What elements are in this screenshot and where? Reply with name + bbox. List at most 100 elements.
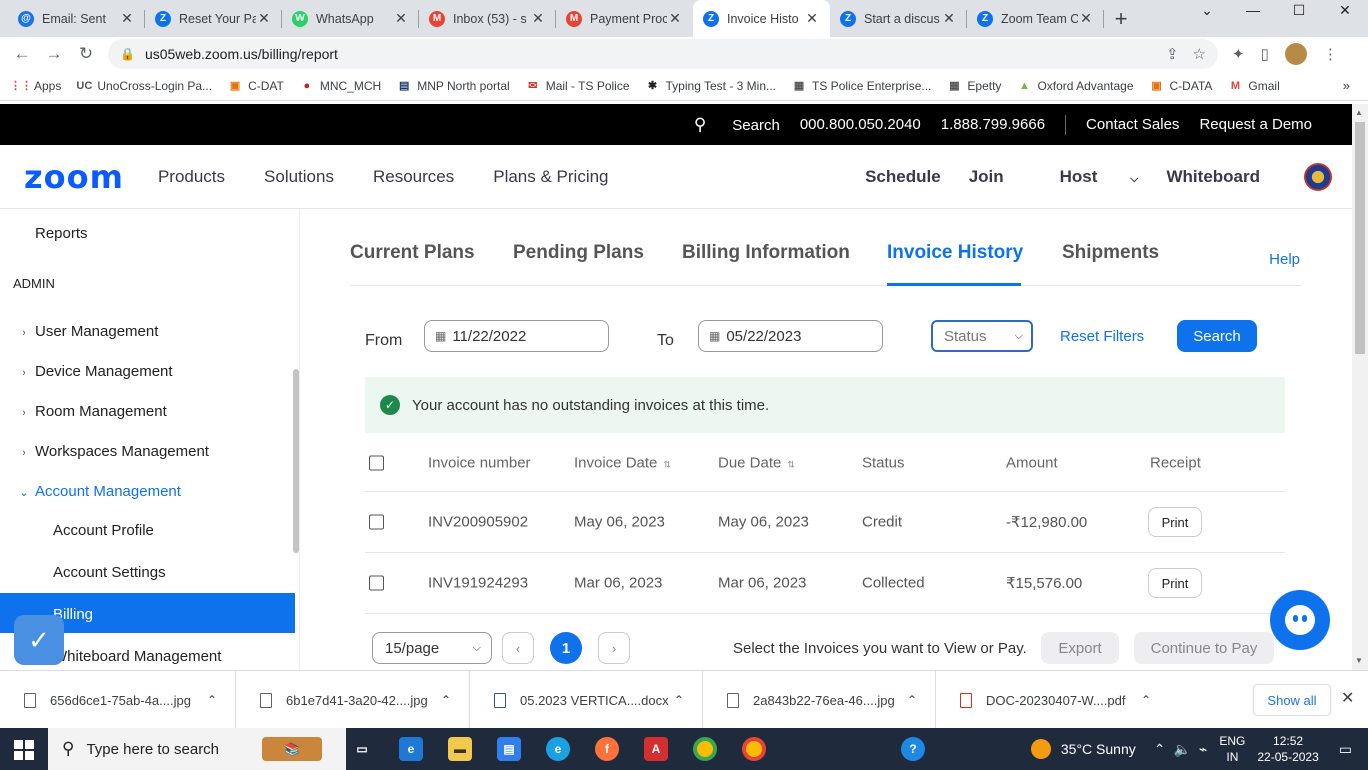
nav-host[interactable]: Host ⌵ [1032, 167, 1139, 187]
sidebar-item-reports[interactable]: Reports [35, 225, 88, 242]
browser-tab[interactable]: Z Invoice Histo ✕ [693, 0, 830, 37]
to-date-input[interactable]: ▦ 05/22/2023 [698, 320, 883, 352]
tab-billing-information[interactable]: Billing Information [682, 242, 850, 264]
bookmark-star-icon[interactable]: ☆ [1193, 45, 1206, 63]
nav-whiteboard[interactable]: Whiteboard [1167, 167, 1261, 187]
weather-text[interactable]: 35°C Sunny [1061, 741, 1136, 757]
chrome-icon[interactable] [693, 737, 717, 761]
reset-filters-button[interactable]: Reset Filters [1060, 328, 1144, 345]
bookmark-item[interactable]: ▣ C-DAT [228, 79, 284, 93]
continue-to-pay-button[interactable]: Continue to Pay [1134, 632, 1274, 664]
nav-products[interactable]: Products [158, 167, 225, 187]
extensions-icon[interactable]: ✦ [1232, 45, 1245, 63]
close-tab-icon[interactable]: ✕ [1078, 10, 1094, 27]
share-icon[interactable]: ⇪ [1166, 45, 1179, 63]
chatbot-button[interactable] [1270, 590, 1330, 650]
bookmark-item[interactable]: ✉ Mail - TS Police [526, 79, 629, 93]
chevron-up-icon[interactable]: ⌃ [674, 693, 684, 707]
scroll-thumb[interactable] [1355, 122, 1365, 354]
privacy-shield-icon[interactable]: ✓ [14, 615, 64, 665]
volume-icon[interactable]: 🔈 [1173, 741, 1190, 758]
per-page-select[interactable]: 15/page ⌵ [372, 632, 492, 664]
address-bar[interactable]: 🔒 us05web.zoom.us/billing/report ⇪ ☆ [108, 39, 1218, 69]
nav-solutions[interactable]: Solutions [264, 167, 334, 187]
user-avatar[interactable] [1304, 163, 1332, 191]
help-link[interactable]: Help [1269, 251, 1300, 268]
close-window-button[interactable]: ✕ [1322, 0, 1368, 20]
prev-page-button[interactable]: ‹ [502, 632, 534, 664]
browser-tab[interactable]: Z Zoom Team C ✕ [967, 0, 1104, 37]
close-tab-icon[interactable]: ✕ [256, 10, 272, 27]
show-all-downloads-button[interactable]: Show all [1253, 684, 1331, 716]
bookmark-item[interactable]: ▣ C-DATA [1150, 79, 1212, 93]
bookmarks-overflow-icon[interactable]: » [1343, 78, 1350, 93]
tray-overflow-icon[interactable]: ⌃ [1154, 741, 1166, 758]
topbar-search[interactable]: ⚲ Search [674, 115, 780, 135]
browser-tab[interactable]: Z Start a discus ✕ [830, 0, 967, 37]
sidebar-item-whiteboard-management[interactable]: Whiteboard Management [53, 648, 221, 665]
task-view-icon[interactable]: ▭ [350, 737, 374, 761]
bookmark-item[interactable]: UC UnoCross-Login Pa... [76, 79, 212, 93]
firefox-icon[interactable]: f [595, 737, 619, 761]
bookmark-item[interactable]: ✱ Typing Test - 3 Min... [646, 79, 776, 93]
zoom-logo[interactable]: zoom [24, 158, 124, 196]
scroll-down-icon[interactable]: ▼ [1355, 656, 1363, 665]
search-button[interactable]: Search [1177, 320, 1257, 352]
internet-explorer-icon[interactable]: e [399, 737, 423, 761]
bookmark-item[interactable]: ▲ Oxford Advantage [1017, 79, 1134, 93]
export-button[interactable]: Export [1041, 632, 1119, 664]
nav-resources[interactable]: Resources [373, 167, 454, 187]
close-tab-icon[interactable]: ✕ [530, 10, 546, 27]
minimize-button[interactable]: — [1230, 0, 1276, 20]
profile-avatar[interactable] [1284, 43, 1307, 65]
sidebar-item-room-management[interactable]: › Room Management [13, 403, 167, 420]
help-icon[interactable]: ? [901, 737, 925, 761]
reload-icon[interactable]: ↻ [70, 44, 102, 64]
download-item[interactable]: 6b1e7d41-3a20-42....jpg ⌃ [236, 671, 470, 729]
chevron-up-icon[interactable]: ⌃ [207, 693, 217, 707]
page-number[interactable]: 1 [550, 632, 582, 664]
sidebar-item-account-management[interactable]: ⌄ Account Management [13, 483, 181, 500]
nav-plans-pricing[interactable]: Plans & Pricing [493, 167, 608, 187]
browser-tab[interactable]: W WhatsApp ✕ [282, 0, 419, 37]
row-checkbox[interactable] [369, 514, 384, 530]
next-page-button[interactable]: › [598, 632, 630, 664]
network-icon[interactable]: ⌁ [1199, 741, 1207, 758]
maximize-button[interactable]: ☐ [1276, 0, 1322, 20]
chevron-up-icon[interactable]: ⌃ [907, 693, 917, 707]
clock[interactable]: 12:52 22-05-2023 [1257, 733, 1318, 765]
store-icon[interactable]: ▤ [497, 737, 521, 761]
close-tab-icon[interactable]: ✕ [119, 10, 135, 27]
header-invoice-date[interactable]: Invoice Date ⇅ [574, 454, 671, 471]
phone-number-1[interactable]: 000.800.050.2040 [800, 116, 921, 133]
sidebar-scrollbar[interactable] [293, 369, 299, 553]
language-indicator[interactable]: ENG IN [1219, 733, 1245, 765]
acrobat-icon[interactable]: A [644, 737, 668, 761]
nav-schedule[interactable]: Schedule [865, 167, 941, 187]
back-icon[interactable]: ← [6, 44, 38, 64]
browser-tab[interactable]: M Payment Proc ✕ [556, 0, 693, 37]
request-demo-link[interactable]: Request a Demo [1199, 116, 1312, 133]
bookmark-item[interactable]: ⋮⋮ Apps [10, 79, 61, 93]
header-due-date[interactable]: Due Date ⇅ [718, 454, 795, 471]
download-item[interactable]: 2a843b22-76ea-46....jpg ⌃ [703, 671, 936, 729]
file-explorer-icon[interactable]: ▬ [448, 737, 472, 761]
status-select[interactable]: Status ⌵ [931, 320, 1033, 352]
bookmark-item[interactable]: M Gmail [1228, 79, 1280, 93]
close-tab-icon[interactable]: ✕ [393, 10, 409, 27]
browser-tab[interactable]: M Inbox (53) - s ✕ [419, 0, 556, 37]
bookmark-item[interactable]: ▦ TS Police Enterprise... [792, 79, 932, 93]
search-highlight-icon[interactable]: 📚 [262, 737, 322, 761]
windows-start-icon[interactable] [14, 740, 34, 760]
sidebar-item-user-management[interactable]: › User Management [13, 323, 158, 340]
chevron-up-icon[interactable]: ⌃ [441, 693, 451, 707]
bookmark-item[interactable]: ● MNC_MCH [300, 79, 382, 93]
notifications-icon[interactable]: ▭ [1339, 741, 1352, 758]
bookmark-item[interactable]: ▤ MNP North portal [397, 79, 510, 93]
print-button[interactable]: Print [1148, 568, 1202, 598]
tab-shipments[interactable]: Shipments [1062, 242, 1159, 264]
new-tab-button[interactable]: + [1104, 0, 1138, 37]
phone-number-2[interactable]: 1.888.799.9666 [941, 116, 1045, 133]
page-scrollbar[interactable]: ▲ ▼ [1352, 104, 1368, 670]
close-tab-icon[interactable]: ✕ [941, 10, 957, 27]
